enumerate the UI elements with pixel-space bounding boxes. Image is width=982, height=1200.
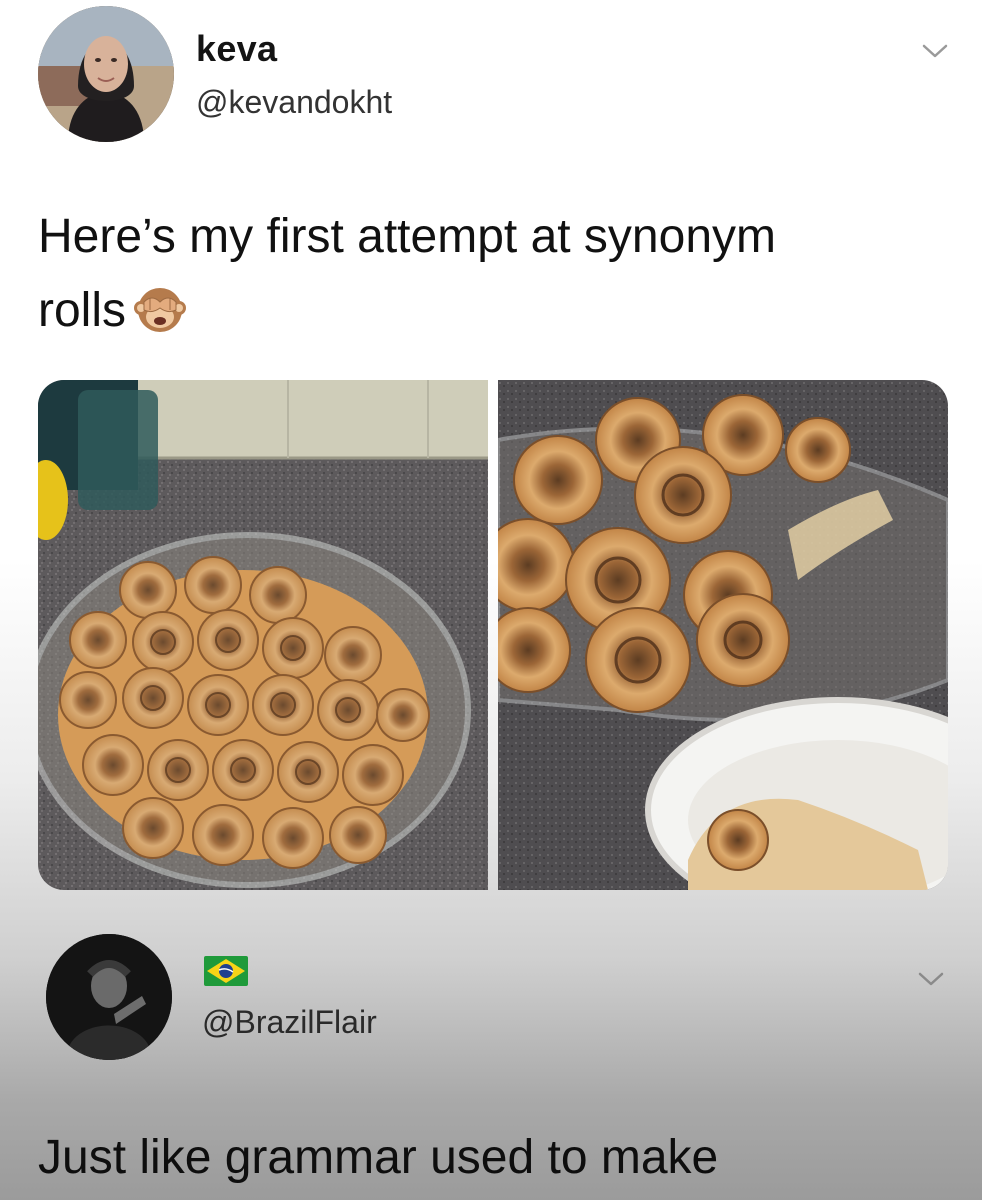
author-avatar[interactable] — [38, 6, 174, 142]
chevron-down-icon[interactable] — [920, 36, 950, 66]
tweet-media — [38, 380, 948, 890]
brazil-flag-icon — [204, 956, 248, 986]
tweet-header: keva @kevandokht — [38, 6, 958, 144]
author-name[interactable]: keva — [196, 28, 277, 70]
reply-text: Just like grammar used to make — [38, 1131, 719, 1184]
photo-rolls-dish[interactable] — [38, 380, 488, 890]
tweet-text-line-1: Here’s my first attempt at synonym — [38, 210, 776, 263]
reply-author-avatar[interactable] — [46, 934, 172, 1060]
tweet-text-line-2: rolls — [38, 274, 918, 348]
tweet-text: Here’s my first attempt at synonym rolls — [38, 200, 918, 348]
chevron-down-icon[interactable] — [916, 964, 946, 994]
reply-header: @BrazilFlair — [46, 934, 956, 1064]
photo-rolls-plate[interactable] — [498, 380, 948, 890]
reply-author-handle[interactable]: @BrazilFlair — [202, 1004, 377, 1041]
tweet-text-word: rolls — [38, 284, 127, 337]
author-handle[interactable]: @kevandokht — [196, 84, 392, 121]
see-no-evil-monkey-icon — [134, 284, 187, 336]
